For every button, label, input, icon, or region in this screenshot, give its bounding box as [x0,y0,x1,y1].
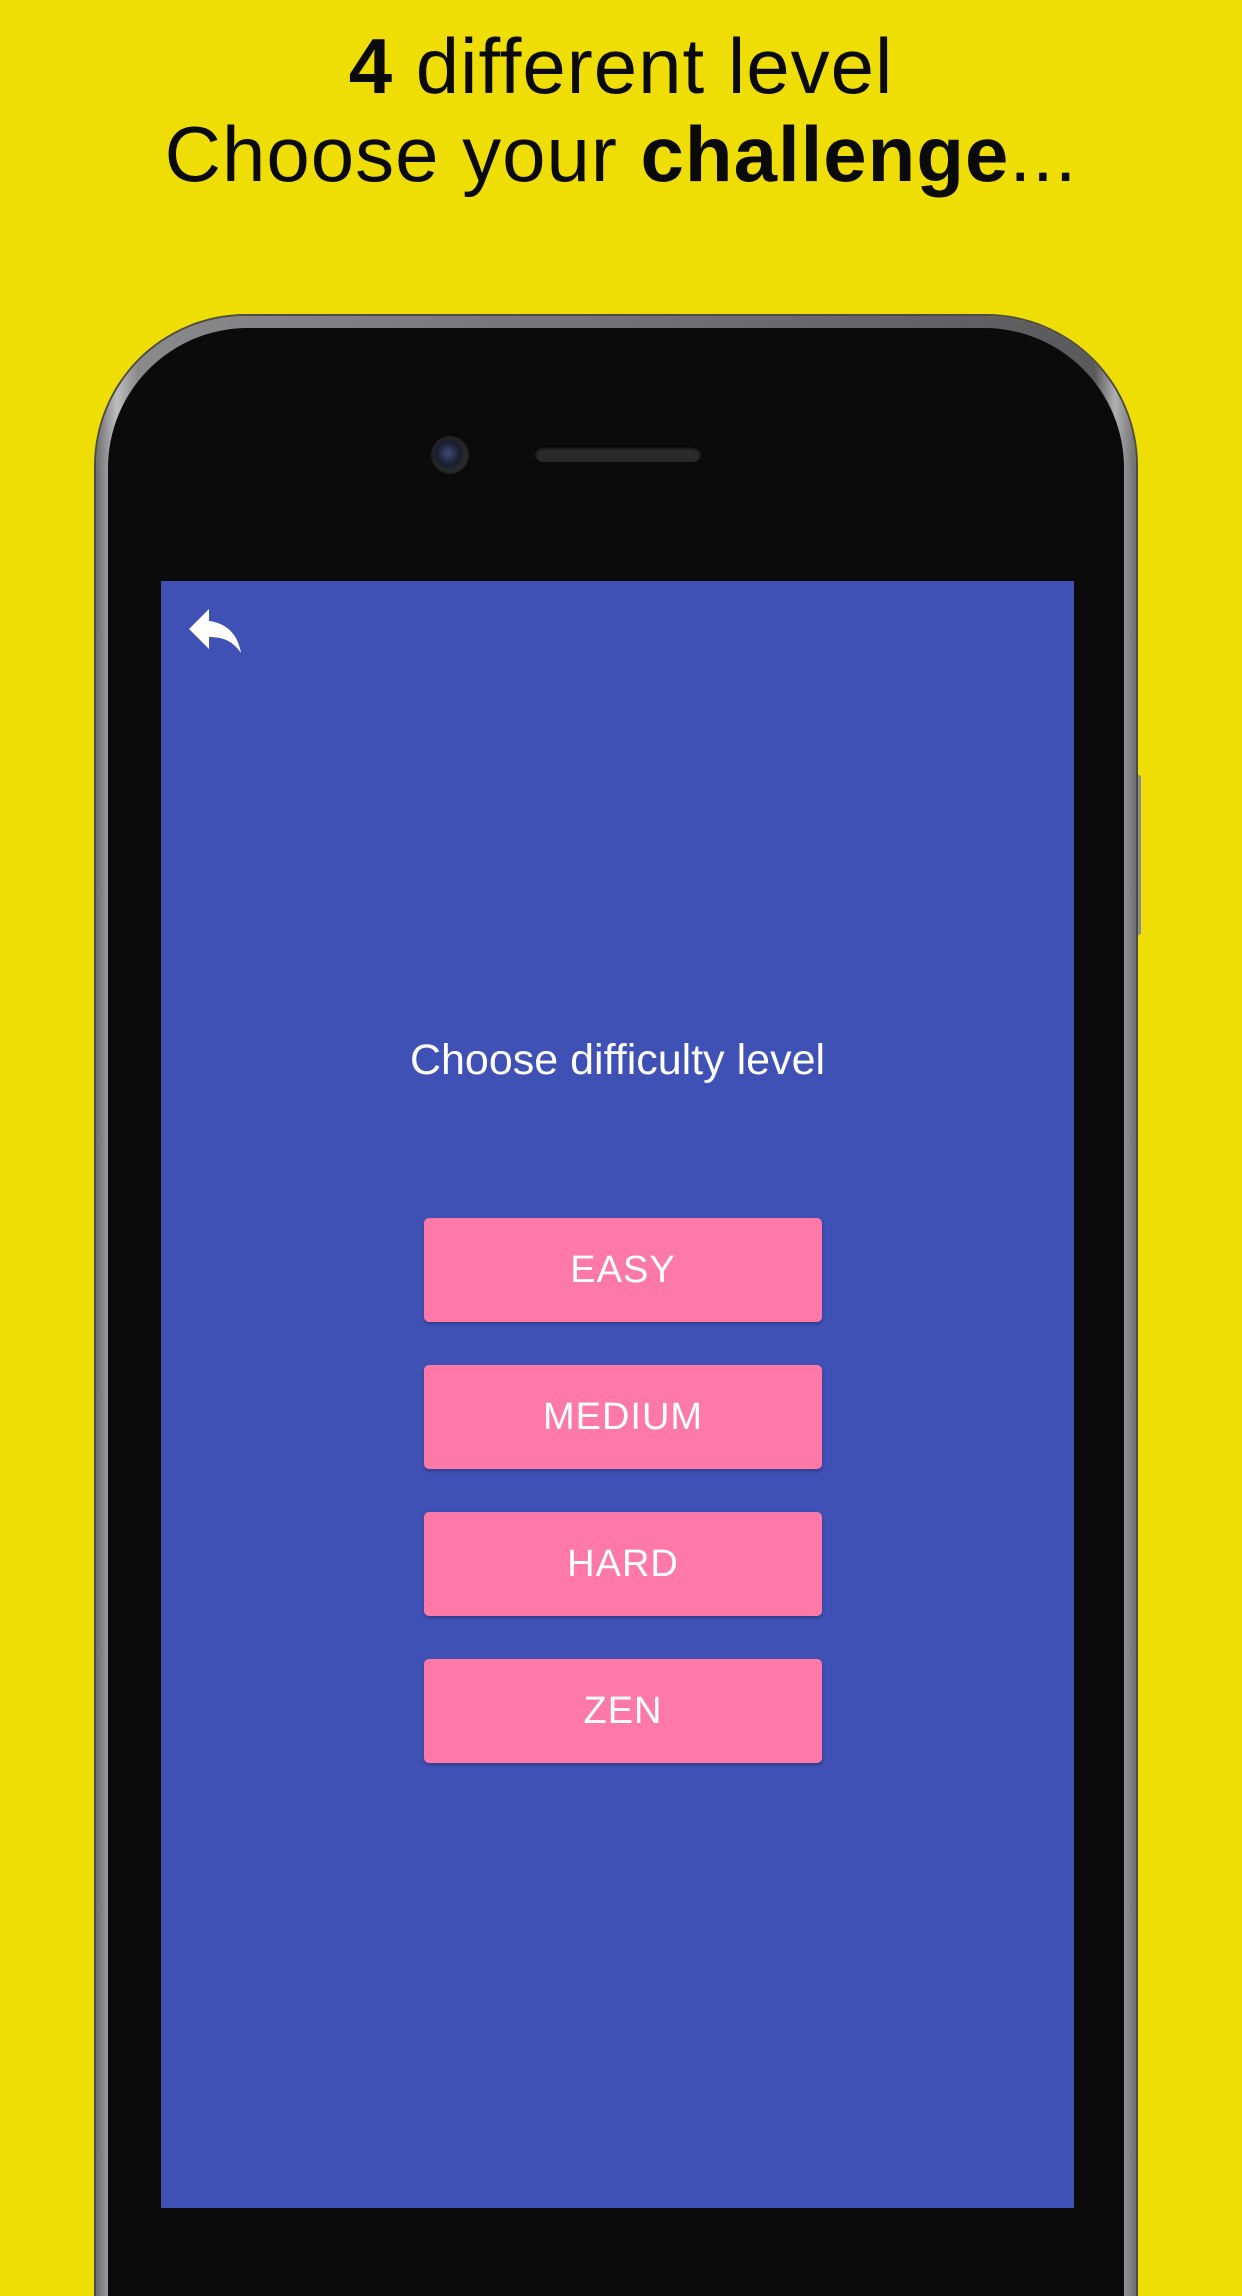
promo-headline: 4 different level Choose your challenge.… [0,22,1242,198]
easy-button[interactable]: EASY [424,1218,822,1322]
medium-button[interactable]: MEDIUM [424,1365,822,1469]
back-button[interactable] [185,603,245,659]
promo-highlight-word: challenge [640,110,1010,198]
promo-level-count: 4 [348,22,394,110]
promo-line-2-start: Choose your [164,110,641,198]
promo-line-2: Choose your challenge... [0,110,1242,198]
promo-line-1-text: different level [393,22,894,110]
speaker-grille [535,446,701,462]
phone-power-button [1136,775,1141,935]
promo-line-2-end: ... [1009,110,1078,198]
app-screen: Choose difficulty level EASY MEDIUM HARD… [161,581,1074,2208]
screen-title: Choose difficulty level [409,1036,826,1084]
promo-line-1: 4 different level [0,22,1242,110]
camera-icon [433,438,467,472]
reply-arrow-icon [189,609,241,653]
zen-button[interactable]: ZEN [424,1659,822,1763]
hard-button[interactable]: HARD [424,1512,822,1616]
